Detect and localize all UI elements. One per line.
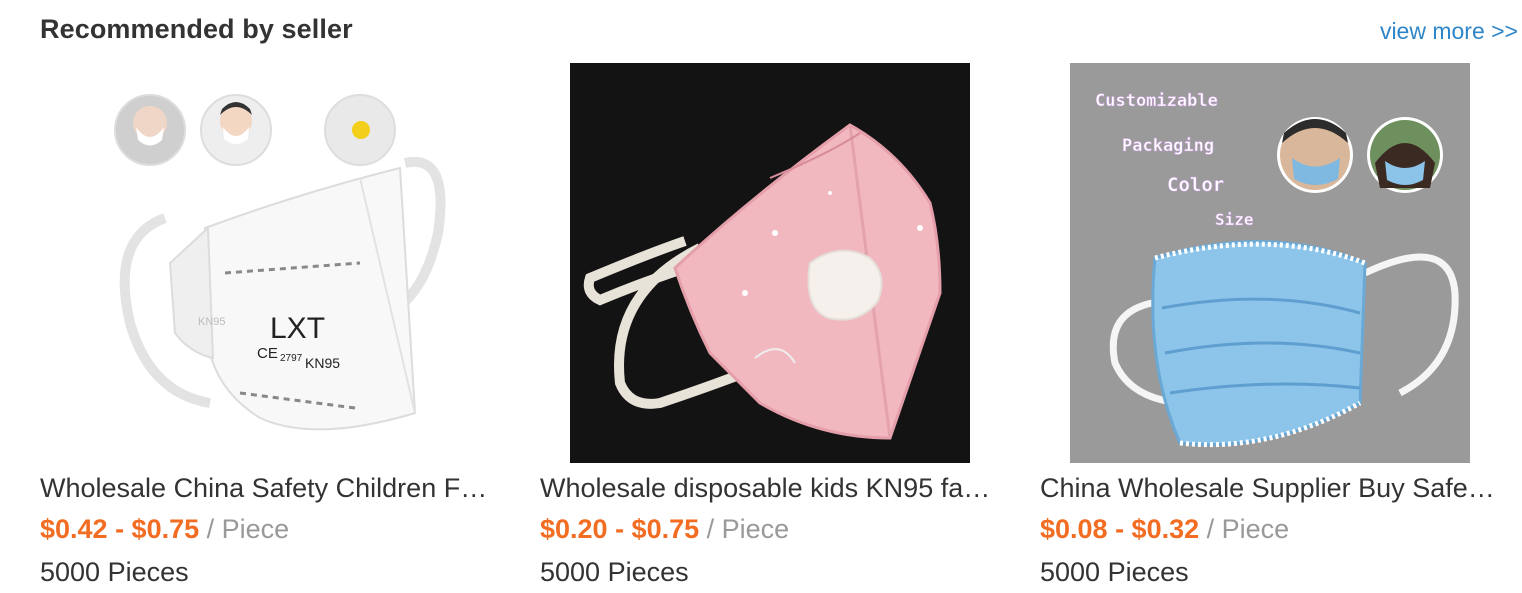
white-kn95-mask-image[interactable]: LXT CE 2797 KN95 KN95 — [70, 63, 470, 463]
price-unit: / Piece — [1199, 514, 1290, 544]
price-range: $0.20 - $0.75 — [540, 514, 700, 544]
price-row: $0.08 - $0.32 / Piece — [1040, 514, 1289, 545]
color-text: Color — [1167, 174, 1224, 196]
pink-kids-valve-mask-image[interactable] — [570, 63, 970, 463]
section-title: Recommended by seller — [40, 14, 353, 44]
mask-model-text: KN95 — [305, 355, 340, 371]
min-order-quantity: 5000 Pieces — [540, 557, 689, 587]
price-row: $0.42 - $0.75 / Piece — [40, 514, 289, 545]
product-title[interactable]: Wholesale disposable kids KN95 face mask — [540, 473, 995, 504]
price-row: $0.20 - $0.75 / Piece — [540, 514, 789, 545]
customizable-text: Customizable — [1095, 91, 1218, 111]
product-title[interactable]: China Wholesale Supplier Buy Safety Face… — [1040, 473, 1495, 504]
product-card[interactable]: LXT CE 2797 KN95 KN95 Wholesale China Sa… — [40, 63, 500, 593]
min-order-quantity: 5000 Pieces — [1040, 557, 1189, 587]
price-range: $0.08 - $0.32 — [1040, 514, 1200, 544]
price-range: $0.42 - $0.75 — [40, 514, 200, 544]
mask-brand-text: LXT — [270, 312, 325, 345]
mask-cert-text: CE — [257, 345, 278, 362]
product-card[interactable]: Wholesale disposable kids KN95 face mask… — [540, 63, 1000, 593]
product-title[interactable]: Wholesale China Safety Children Face Mas… — [40, 473, 495, 504]
mask-code-text: 2797 — [280, 353, 303, 364]
mask-side-text: KN95 — [198, 316, 226, 328]
price-unit: / Piece — [699, 514, 790, 544]
blue-disposable-mask-image[interactable]: Customizable Packaging Color Size — [1070, 63, 1470, 463]
packaging-text: Packaging — [1122, 136, 1214, 156]
view-more-link[interactable]: view more >> — [1380, 18, 1518, 45]
price-unit: / Piece — [199, 514, 290, 544]
min-order-quantity: 5000 Pieces — [40, 557, 189, 587]
size-text: Size — [1215, 210, 1254, 229]
product-card[interactable]: Customizable Packaging Color Size China … — [1040, 63, 1500, 593]
